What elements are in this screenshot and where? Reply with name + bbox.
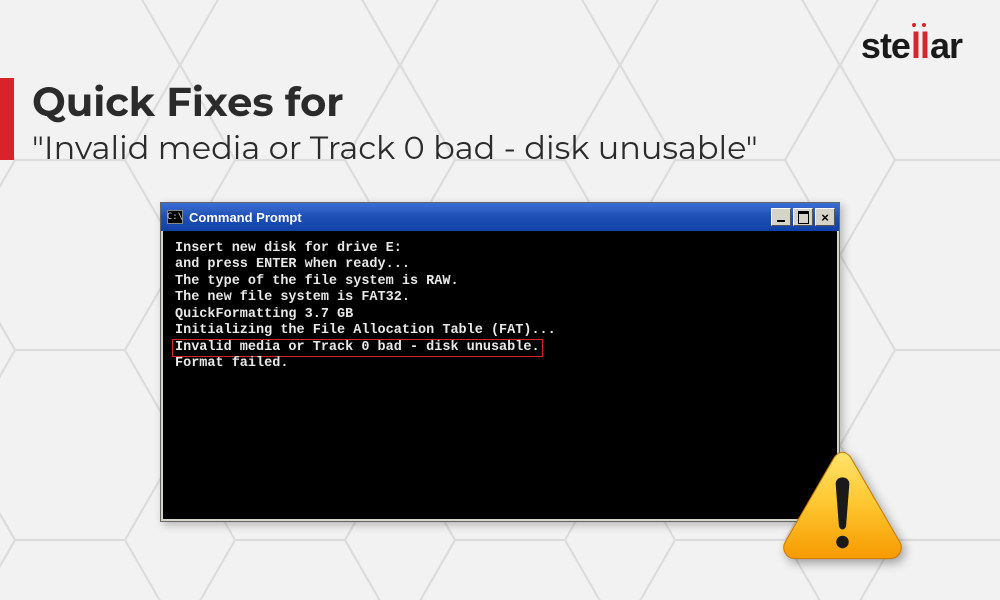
- terminal-output: Insert new disk for drive E: and press E…: [175, 241, 827, 373]
- warning-icon: [780, 448, 905, 563]
- logo-text-accent: ll: [910, 25, 930, 66]
- close-button[interactable]: ×: [815, 208, 835, 226]
- maximize-button[interactable]: [793, 208, 813, 226]
- command-prompt-window: C:\ Command Prompt × Insert new disk for…: [160, 202, 840, 522]
- heading-main: Quick Fixes for: [32, 78, 758, 127]
- accent-bar: [0, 78, 14, 160]
- heading-sub: "Invalid media or Track 0 bad - disk unu…: [32, 129, 758, 168]
- minimize-button[interactable]: [771, 208, 791, 226]
- logo-text-post: ar: [930, 25, 962, 66]
- window-title-bar: C:\ Command Prompt ×: [161, 203, 839, 231]
- window-controls: ×: [771, 208, 835, 226]
- page-heading: Quick Fixes for "Invalid media or Track …: [0, 78, 758, 168]
- window-title: Command Prompt: [189, 210, 771, 225]
- cmd-icon: C:\: [167, 210, 183, 224]
- brand-logo: stellar: [861, 25, 962, 67]
- terminal-body: Insert new disk for drive E: and press E…: [161, 231, 839, 521]
- logo-text-pre: ste: [861, 25, 910, 66]
- highlighted-error-line: Invalid media or Track 0 bad - disk unus…: [172, 339, 543, 357]
